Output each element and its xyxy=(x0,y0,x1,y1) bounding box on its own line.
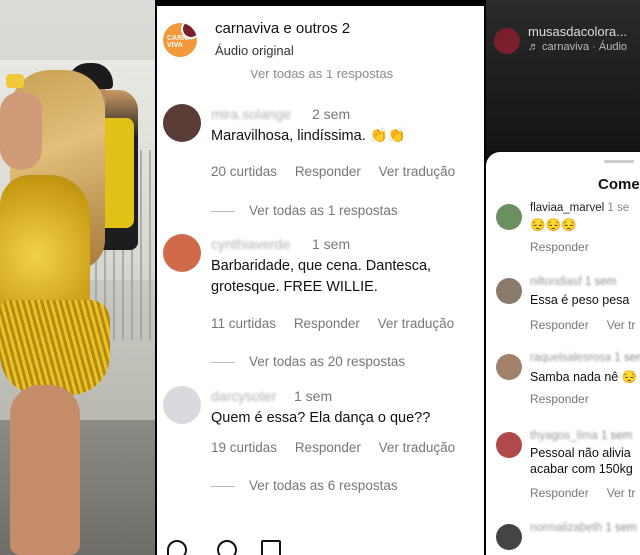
photo-fringe-skirt xyxy=(0,300,110,395)
comment-actions: 19 curtidas Responder Ver tradução xyxy=(211,440,469,455)
account-avatar[interactable]: CARNA VIVA xyxy=(163,23,197,57)
reply-button[interactable]: Responder xyxy=(530,240,589,254)
translate-button[interactable]: Ver tradução xyxy=(378,316,455,331)
reply-button[interactable]: Responder xyxy=(295,440,361,455)
like-count[interactable]: 20 curtidas xyxy=(211,164,277,179)
photo-headpiece xyxy=(6,74,24,88)
view-replies-label[interactable]: Ver todas as 20 respostas xyxy=(249,354,405,369)
comment-text: 😔😔😔 xyxy=(530,218,577,232)
like-count[interactable]: 11 curtidas xyxy=(211,316,276,331)
heart-icon[interactable] xyxy=(167,540,187,555)
view-replies-link[interactable]: Ver todas as 20 respostas xyxy=(211,354,405,369)
translate-button[interactable]: Ver tr xyxy=(607,318,636,332)
comment-text: Pessoal não alivia xyxy=(530,446,631,460)
comment-actions: Responder Ver tr xyxy=(530,486,640,500)
audio-label[interactable]: Áudio original xyxy=(215,43,294,58)
commenter-username[interactable]: cynthiaverde xyxy=(211,236,290,252)
reply-button[interactable]: Responder xyxy=(295,164,361,179)
comment-actions: Responder xyxy=(530,240,607,254)
translate-button[interactable]: Ver tradução xyxy=(379,164,456,179)
comment-text: Essa é peso pesa xyxy=(530,293,630,307)
comment-text: Samba nada nê 😔 xyxy=(530,370,638,384)
view-replies-link[interactable]: Ver todas as 1 respostas xyxy=(211,203,398,218)
comment-actions: Responder Ver tr xyxy=(530,318,640,332)
sheet-handle[interactable] xyxy=(604,160,634,163)
translate-button[interactable]: Ver tradução xyxy=(379,440,456,455)
photo-face xyxy=(0,92,42,170)
reply-button[interactable]: Responder xyxy=(530,392,589,406)
translate-button[interactable]: Ver tr xyxy=(607,486,636,500)
comment-actions: Responder xyxy=(530,392,607,406)
comments-panel: Ver todas as 1 respostas CARNA VIVA carn… xyxy=(157,6,484,555)
reply-button[interactable]: Responder xyxy=(530,486,589,500)
comment-time: 2 sem xyxy=(312,106,351,122)
commenter-avatar[interactable] xyxy=(163,234,201,272)
second-post-panel: musasdacolora... ♬ carnaviva · Áudio Com… xyxy=(486,0,640,555)
send-icon[interactable] xyxy=(261,540,281,555)
commenter-avatar[interactable] xyxy=(496,204,522,230)
reply-button[interactable]: Responder xyxy=(530,318,589,332)
comments-sheet: Come flaviaa_marvel 1 se 😔😔😔 Responder n… xyxy=(486,152,640,555)
comment-time: 1 sem xyxy=(312,236,351,252)
commenter-username[interactable]: normalizabeth 1 sem xyxy=(530,522,637,534)
comment-icon[interactable] xyxy=(217,540,237,555)
photo-leg xyxy=(10,385,80,555)
post-photo xyxy=(0,0,155,555)
commenter-username[interactable]: mira.solange xyxy=(211,106,291,122)
commenter-username[interactable]: raquelsalesrosa 1 sem xyxy=(530,352,640,364)
account-avatar[interactable] xyxy=(494,28,520,54)
like-count[interactable]: 19 curtidas xyxy=(211,440,277,455)
commenter-avatar[interactable] xyxy=(163,104,201,142)
replies-divider xyxy=(211,361,235,363)
commenter-username[interactable]: darcysoter xyxy=(211,388,276,404)
comment-text-line2: acabar com 150kg xyxy=(530,462,633,476)
commenter-avatar[interactable] xyxy=(163,386,201,424)
replies-divider xyxy=(211,485,235,487)
commenter-username[interactable]: niltondiasf 1 sem xyxy=(530,276,616,288)
reply-button[interactable]: Responder xyxy=(294,316,360,331)
action-bar xyxy=(157,536,484,555)
replies-divider xyxy=(211,210,235,212)
commenter-avatar[interactable] xyxy=(496,354,522,380)
comment-text: Barbaridade, que cena. Dantesca, grotesq… xyxy=(211,258,432,295)
view-replies-link[interactable]: Ver todas as 6 respostas xyxy=(211,478,398,493)
view-replies-label[interactable]: Ver todas as 6 respostas xyxy=(249,478,398,493)
commenter-avatar[interactable] xyxy=(496,432,522,458)
comment-actions: 11 curtidas Responder Ver tradução xyxy=(211,316,468,331)
commenter-avatar[interactable] xyxy=(496,278,522,304)
dark-video-area xyxy=(486,0,640,150)
comment-text: Quem é essa? Ela dança o que?? xyxy=(211,410,431,426)
audio-label[interactable]: ♬ carnaviva · Áudio xyxy=(528,41,627,53)
comment-actions: 20 curtidas Responder Ver tradução xyxy=(211,164,469,179)
commenter-username[interactable]: flaviaa_marvel 1 se xyxy=(530,202,629,214)
account-name[interactable]: musasdacolora... xyxy=(528,24,627,39)
commenter-avatar[interactable] xyxy=(496,524,522,550)
view-replies-label[interactable]: Ver todas as 1 respostas xyxy=(249,203,398,218)
sheet-title: Come xyxy=(598,176,640,193)
comment-time: 1 sem xyxy=(294,388,333,404)
commenter-username[interactable]: thyagos_lima 1 sem xyxy=(530,430,632,442)
post-header: CARNA VIVA carnaviva e outros 2 Áudio or… xyxy=(157,6,484,70)
post-authors[interactable]: carnaviva e outros 2 xyxy=(215,20,350,37)
comment-text: Maravilhosa, lindíssima. 👏👏 xyxy=(211,128,406,144)
